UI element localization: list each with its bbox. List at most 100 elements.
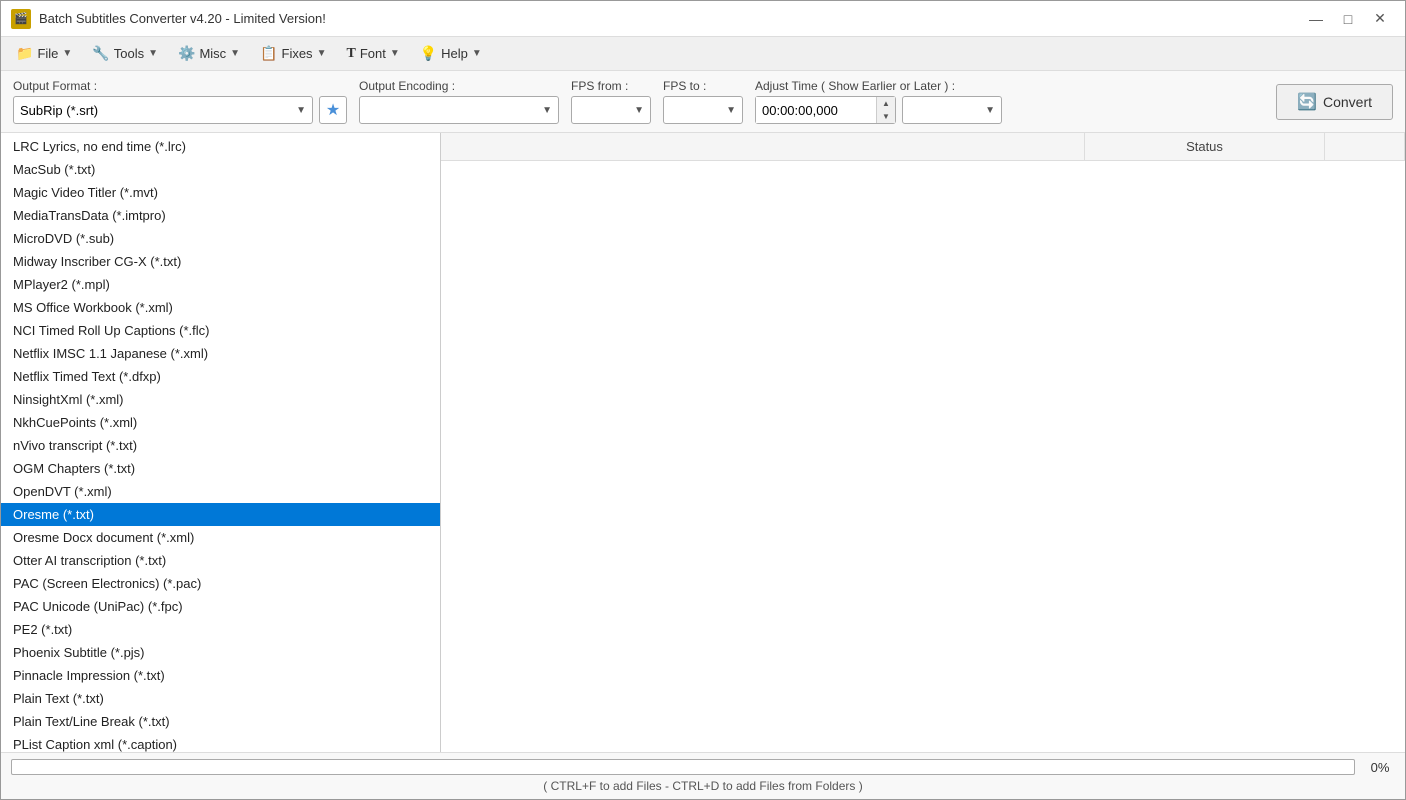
output-format-label: Output Format : — [13, 79, 347, 93]
close-button[interactable]: ✕ — [1365, 7, 1395, 31]
misc-icon: ⚙️ — [178, 45, 195, 62]
output-format-group: Output Format : SubRip (*.srt) ▼ ★ — [13, 79, 347, 124]
file-arrow-icon: ▼ — [62, 48, 72, 59]
dropdown-panel: LRC Lyrics, no end time (*.lrc)MacSub (*… — [1, 133, 441, 752]
output-encoding-select[interactable]: ▼ — [359, 96, 559, 124]
font-icon: T — [346, 46, 355, 62]
list-item[interactable]: Plain Text/Line Break (*.txt) — [1, 710, 440, 733]
progress-pct: 0% — [1365, 760, 1395, 775]
adjust-time-input[interactable] — [756, 97, 876, 123]
favorite-button[interactable]: ★ — [319, 96, 347, 124]
list-item[interactable]: Midway Inscriber CG-X (*.txt) — [1, 250, 440, 273]
title-bar-left: 🎬 Batch Subtitles Converter v4.20 - Limi… — [11, 9, 326, 29]
list-item[interactable]: Oresme Docx document (*.xml) — [1, 526, 440, 549]
font-arrow-icon: ▼ — [390, 48, 400, 59]
output-format-value: SubRip (*.srt) — [20, 103, 98, 118]
fps-from-arrow-icon: ▼ — [634, 105, 644, 116]
main-window: 🎬 Batch Subtitles Converter v4.20 - Limi… — [0, 0, 1406, 800]
adjust-arrow-icon: ▼ — [985, 105, 995, 116]
list-item[interactable]: NCI Timed Roll Up Captions (*.flc) — [1, 319, 440, 342]
fps-from-group: FPS from : ▼ — [571, 79, 651, 124]
list-item[interactable]: Netflix Timed Text (*.dfxp) — [1, 365, 440, 388]
menu-font-label: Font — [360, 46, 386, 61]
file-icon: 📁 — [16, 45, 33, 62]
window-title: Batch Subtitles Converter v4.20 - Limite… — [39, 11, 326, 26]
fps-to-label: FPS to : — [663, 79, 743, 93]
minimize-button[interactable]: — — [1301, 7, 1331, 31]
title-controls: — □ ✕ — [1301, 7, 1395, 31]
list-item[interactable]: Magic Video Titler (*.mvt) — [1, 181, 440, 204]
list-item[interactable]: PList Caption xml (*.caption) — [1, 733, 440, 752]
convert-icon: 🔄 — [1297, 92, 1317, 112]
list-item[interactable]: Plain Text (*.txt) — [1, 687, 440, 710]
list-item[interactable]: Oresme (*.txt) — [1, 503, 440, 526]
list-item[interactable]: PAC Unicode (UniPac) (*.fpc) — [1, 595, 440, 618]
menu-fixes[interactable]: 📋 Fixes ▼ — [251, 40, 335, 67]
convert-button[interactable]: 🔄 Convert — [1276, 84, 1393, 120]
menu-file-label: File — [37, 46, 58, 61]
list-item[interactable]: Netflix IMSC 1.1 Japanese (*.xml) — [1, 342, 440, 365]
title-bar: 🎬 Batch Subtitles Converter v4.20 - Limi… — [1, 1, 1405, 37]
dropdown-list[interactable]: LRC Lyrics, no end time (*.lrc)MacSub (*… — [1, 133, 440, 752]
star-icon: ★ — [326, 100, 340, 120]
fps-to-select[interactable]: ▼ — [663, 96, 743, 124]
progress-bar-container — [11, 759, 1355, 775]
menu-misc-label: Misc — [199, 46, 226, 61]
menu-tools[interactable]: 🔧 Tools ▼ — [83, 40, 167, 67]
menu-file[interactable]: 📁 File ▼ — [7, 40, 81, 67]
col-status-header: Status — [1085, 133, 1325, 160]
progress-row: 0% — [11, 759, 1395, 775]
toolbar: Output Format : SubRip (*.srt) ▼ ★ Outpu… — [1, 71, 1405, 133]
adjust-time-label: Adjust Time ( Show Earlier or Later ) : — [755, 79, 1002, 93]
output-format-arrow-icon: ▼ — [296, 105, 306, 116]
menu-font[interactable]: T Font ▼ — [337, 41, 408, 67]
list-item[interactable]: MS Office Workbook (*.xml) — [1, 296, 440, 319]
fixes-arrow-icon: ▼ — [317, 48, 327, 59]
list-item[interactable]: nVivo transcript (*.txt) — [1, 434, 440, 457]
output-encoding-label: Output Encoding : — [359, 79, 559, 93]
list-item[interactable]: MicroDVD (*.sub) — [1, 227, 440, 250]
output-format-row: SubRip (*.srt) ▼ ★ — [13, 96, 347, 124]
list-item[interactable]: Pinnacle Impression (*.txt) — [1, 664, 440, 687]
file-table-header: Status — [441, 133, 1405, 161]
app-icon: 🎬 — [11, 9, 31, 29]
menu-help[interactable]: 💡 Help ▼ — [411, 40, 491, 67]
list-item[interactable]: MacSub (*.txt) — [1, 158, 440, 181]
list-item[interactable]: OpenDVT (*.xml) — [1, 480, 440, 503]
bottom-bar: 0% ( CTRL+F to add Files - CTRL+D to add… — [1, 752, 1405, 799]
help-icon: 💡 — [420, 45, 437, 62]
list-item[interactable]: MPlayer2 (*.mpl) — [1, 273, 440, 296]
fps-from-label: FPS from : — [571, 79, 651, 93]
misc-arrow-icon: ▼ — [230, 48, 240, 59]
menu-misc[interactable]: ⚙️ Misc ▼ — [169, 40, 249, 67]
list-item[interactable]: PE2 (*.txt) — [1, 618, 440, 641]
fps-from-select[interactable]: ▼ — [571, 96, 651, 124]
list-item[interactable]: LRC Lyrics, no end time (*.lrc) — [1, 135, 440, 158]
adjust-time-input-group: ▲ ▼ — [755, 96, 896, 124]
file-table-body — [441, 161, 1405, 752]
maximize-button[interactable]: □ — [1333, 7, 1363, 31]
menu-bar: 📁 File ▼ 🔧 Tools ▼ ⚙️ Misc ▼ 📋 Fixes ▼ T… — [1, 37, 1405, 71]
file-area: Status — [441, 133, 1405, 752]
main-content: LRC Lyrics, no end time (*.lrc)MacSub (*… — [1, 133, 1405, 752]
fixes-icon: 📋 — [260, 45, 277, 62]
col-filename-header — [441, 133, 1085, 160]
menu-tools-label: Tools — [114, 46, 144, 61]
list-item[interactable]: Phoenix Subtitle (*.pjs) — [1, 641, 440, 664]
col-extra-header — [1325, 133, 1405, 160]
adjust-time-row: ▲ ▼ ▼ — [755, 96, 1002, 124]
adjust-time-select[interactable]: ▼ — [902, 96, 1002, 124]
time-spinner-down[interactable]: ▼ — [877, 110, 895, 123]
time-spinner-up[interactable]: ▲ — [877, 97, 895, 110]
list-item[interactable]: NinsightXml (*.xml) — [1, 388, 440, 411]
help-arrow-icon: ▼ — [472, 48, 482, 59]
list-item[interactable]: Otter AI transcription (*.txt) — [1, 549, 440, 572]
menu-help-label: Help — [441, 46, 468, 61]
list-item[interactable]: NkhCuePoints (*.xml) — [1, 411, 440, 434]
menu-fixes-label: Fixes — [282, 46, 313, 61]
list-item[interactable]: OGM Chapters (*.txt) — [1, 457, 440, 480]
list-item[interactable]: PAC (Screen Electronics) (*.pac) — [1, 572, 440, 595]
tools-arrow-icon: ▼ — [148, 48, 158, 59]
list-item[interactable]: MediaTransData (*.imtpro) — [1, 204, 440, 227]
output-format-select[interactable]: SubRip (*.srt) ▼ — [13, 96, 313, 124]
